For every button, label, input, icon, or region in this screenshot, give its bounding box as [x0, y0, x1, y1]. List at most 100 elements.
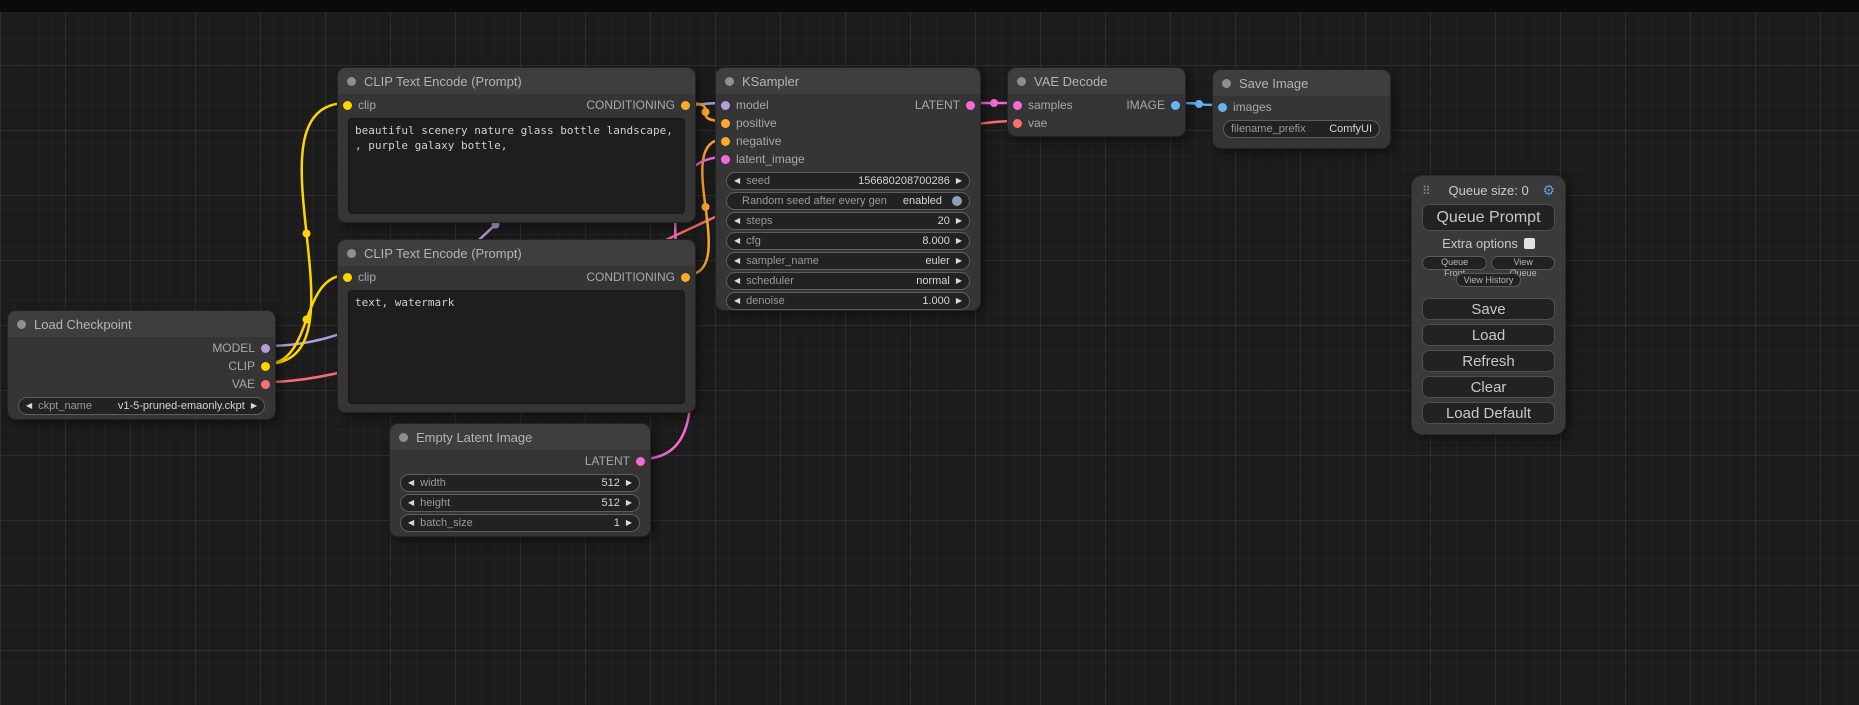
widget-sampler-name[interactable]: ◀ sampler_name euler ▶ [726, 252, 970, 270]
slot-dot-conditioning[interactable] [681, 273, 690, 282]
decrement-arrow-icon[interactable]: ◀ [26, 402, 32, 410]
output-slot-conditioning[interactable]: CONDITIONING [586, 270, 690, 284]
increment-arrow-icon[interactable]: ▶ [956, 177, 962, 185]
node-ksampler[interactable]: KSampler model LATENT positive [716, 68, 980, 310]
increment-arrow-icon[interactable]: ▶ [956, 277, 962, 285]
widget-ckpt-name[interactable]: ◀ ckpt_name v1-5-pruned-emaonly.ckpt ▶ [18, 397, 265, 415]
input-slot-samples[interactable]: samples [1013, 98, 1073, 112]
increment-arrow-icon[interactable]: ▶ [251, 402, 257, 410]
slot-dot-latent[interactable] [721, 155, 730, 164]
output-slot-model[interactable]: MODEL [212, 341, 270, 355]
node-graph-canvas[interactable]: Load Checkpoint MODEL CLIP VAE [0, 0, 1859, 705]
refresh-button[interactable]: Refresh [1422, 350, 1555, 372]
drag-handle-icon[interactable]: ⠿ [1422, 184, 1431, 198]
slot-dot-latent[interactable] [966, 101, 975, 110]
decrement-arrow-icon[interactable]: ◀ [408, 479, 414, 487]
node-vae-decode[interactable]: VAE Decode samples IMAGE vae [1008, 68, 1185, 136]
widget-seed[interactable]: ◀ seed 156680208700286 ▶ [726, 172, 970, 190]
slot-dot-conditioning[interactable] [681, 101, 690, 110]
collapse-dot-icon[interactable] [347, 77, 356, 86]
node-header[interactable]: Save Image [1213, 70, 1390, 96]
decrement-arrow-icon[interactable]: ◀ [734, 217, 740, 225]
decrement-arrow-icon[interactable]: ◀ [408, 499, 414, 507]
slot-dot-conditioning[interactable] [721, 137, 730, 146]
decrement-arrow-icon[interactable]: ◀ [734, 297, 740, 305]
collapse-dot-icon[interactable] [347, 249, 356, 258]
output-slot-clip[interactable]: CLIP [228, 359, 270, 373]
decrement-arrow-icon[interactable]: ◀ [734, 257, 740, 265]
load-button[interactable]: Load [1422, 324, 1555, 346]
input-slot-negative[interactable]: negative [721, 134, 781, 148]
widget-cfg[interactable]: ◀ cfg 8.000 ▶ [726, 232, 970, 250]
node-header[interactable]: Empty Latent Image [390, 424, 650, 450]
clear-button[interactable]: Clear [1422, 376, 1555, 398]
input-slot-model[interactable]: model [721, 98, 769, 112]
toggle-dot-icon[interactable] [952, 196, 962, 206]
increment-arrow-icon[interactable]: ▶ [956, 257, 962, 265]
widget-scheduler[interactable]: ◀ scheduler normal ▶ [726, 272, 970, 290]
input-slot-positive[interactable]: positive [721, 116, 777, 130]
slot-dot-model[interactable] [261, 344, 270, 353]
output-slot-latent[interactable]: LATENT [585, 454, 645, 468]
view-history-button[interactable]: View History [1456, 273, 1522, 287]
input-slot-vae[interactable]: vae [1013, 116, 1047, 130]
output-slot-conditioning[interactable]: CONDITIONING [586, 98, 690, 112]
slot-dot-latent[interactable] [1013, 101, 1022, 110]
slot-dot-clip[interactable] [343, 101, 352, 110]
node-save-image[interactable]: Save Image images filename_prefix ComfyU… [1213, 70, 1390, 148]
load-default-button[interactable]: Load Default [1422, 402, 1555, 424]
input-slot-latent-image[interactable]: latent_image [721, 152, 805, 166]
increment-arrow-icon[interactable]: ▶ [956, 297, 962, 305]
node-header[interactable]: VAE Decode [1008, 68, 1185, 94]
queue-front-button[interactable]: Queue Front [1422, 256, 1487, 270]
node-load-checkpoint[interactable]: Load Checkpoint MODEL CLIP VAE [8, 311, 275, 419]
increment-arrow-icon[interactable]: ▶ [956, 217, 962, 225]
slot-dot-clip[interactable] [343, 273, 352, 282]
decrement-arrow-icon[interactable]: ◀ [408, 519, 414, 527]
slot-dot-model[interactable] [721, 101, 730, 110]
increment-arrow-icon[interactable]: ▶ [626, 479, 632, 487]
input-slot-clip[interactable]: clip [343, 98, 376, 112]
input-slot-images[interactable]: images [1218, 100, 1272, 114]
decrement-arrow-icon[interactable]: ◀ [734, 277, 740, 285]
node-clip-text-encode-negative[interactable]: CLIP Text Encode (Prompt) clip CONDITION… [338, 240, 695, 412]
input-slot-clip[interactable]: clip [343, 270, 376, 284]
node-header[interactable]: KSampler [716, 68, 980, 94]
collapse-dot-icon[interactable] [1222, 79, 1231, 88]
node-clip-text-encode-positive[interactable]: CLIP Text Encode (Prompt) clip CONDITION… [338, 68, 695, 222]
collapse-dot-icon[interactable] [17, 320, 26, 329]
output-slot-image[interactable]: IMAGE [1126, 98, 1180, 112]
node-header[interactable]: Load Checkpoint [8, 311, 275, 337]
increment-arrow-icon[interactable]: ▶ [626, 499, 632, 507]
widget-filename-prefix[interactable]: filename_prefix ComfyUI [1223, 120, 1380, 138]
slot-dot-image[interactable] [1218, 103, 1227, 112]
widget-batch-size[interactable]: ◀ batch_size 1 ▶ [400, 514, 640, 532]
save-button[interactable]: Save [1422, 298, 1555, 320]
widget-denoise[interactable]: ◀ denoise 1.000 ▶ [726, 292, 970, 310]
widget-random-seed[interactable]: Random seed after every gen enabled [726, 192, 970, 210]
extra-options-checkbox[interactable] [1524, 238, 1535, 249]
increment-arrow-icon[interactable]: ▶ [626, 519, 632, 527]
prompt-textarea[interactable]: beautiful scenery nature glass bottle la… [348, 118, 685, 214]
collapse-dot-icon[interactable] [399, 433, 408, 442]
slot-dot-latent[interactable] [636, 457, 645, 466]
slot-dot-clip[interactable] [261, 362, 270, 371]
widget-width[interactable]: ◀ width 512 ▶ [400, 474, 640, 492]
view-queue-button[interactable]: View Queue [1491, 256, 1555, 270]
node-header[interactable]: CLIP Text Encode (Prompt) [338, 240, 695, 266]
widget-height[interactable]: ◀ height 512 ▶ [400, 494, 640, 512]
node-header[interactable]: CLIP Text Encode (Prompt) [338, 68, 695, 94]
slot-dot-conditioning[interactable] [721, 119, 730, 128]
output-slot-vae[interactable]: VAE [232, 377, 270, 391]
widget-steps[interactable]: ◀ steps 20 ▶ [726, 212, 970, 230]
output-slot-latent[interactable]: LATENT [915, 98, 975, 112]
collapse-dot-icon[interactable] [1017, 77, 1026, 86]
slot-dot-vae[interactable] [261, 380, 270, 389]
settings-gear-icon[interactable]: ⚙ [1542, 182, 1555, 199]
slot-dot-vae[interactable] [1013, 119, 1022, 128]
queue-prompt-button[interactable]: Queue Prompt [1422, 204, 1555, 231]
collapse-dot-icon[interactable] [725, 77, 734, 86]
prompt-textarea[interactable]: text, watermark [348, 290, 685, 404]
increment-arrow-icon[interactable]: ▶ [956, 237, 962, 245]
decrement-arrow-icon[interactable]: ◀ [734, 237, 740, 245]
